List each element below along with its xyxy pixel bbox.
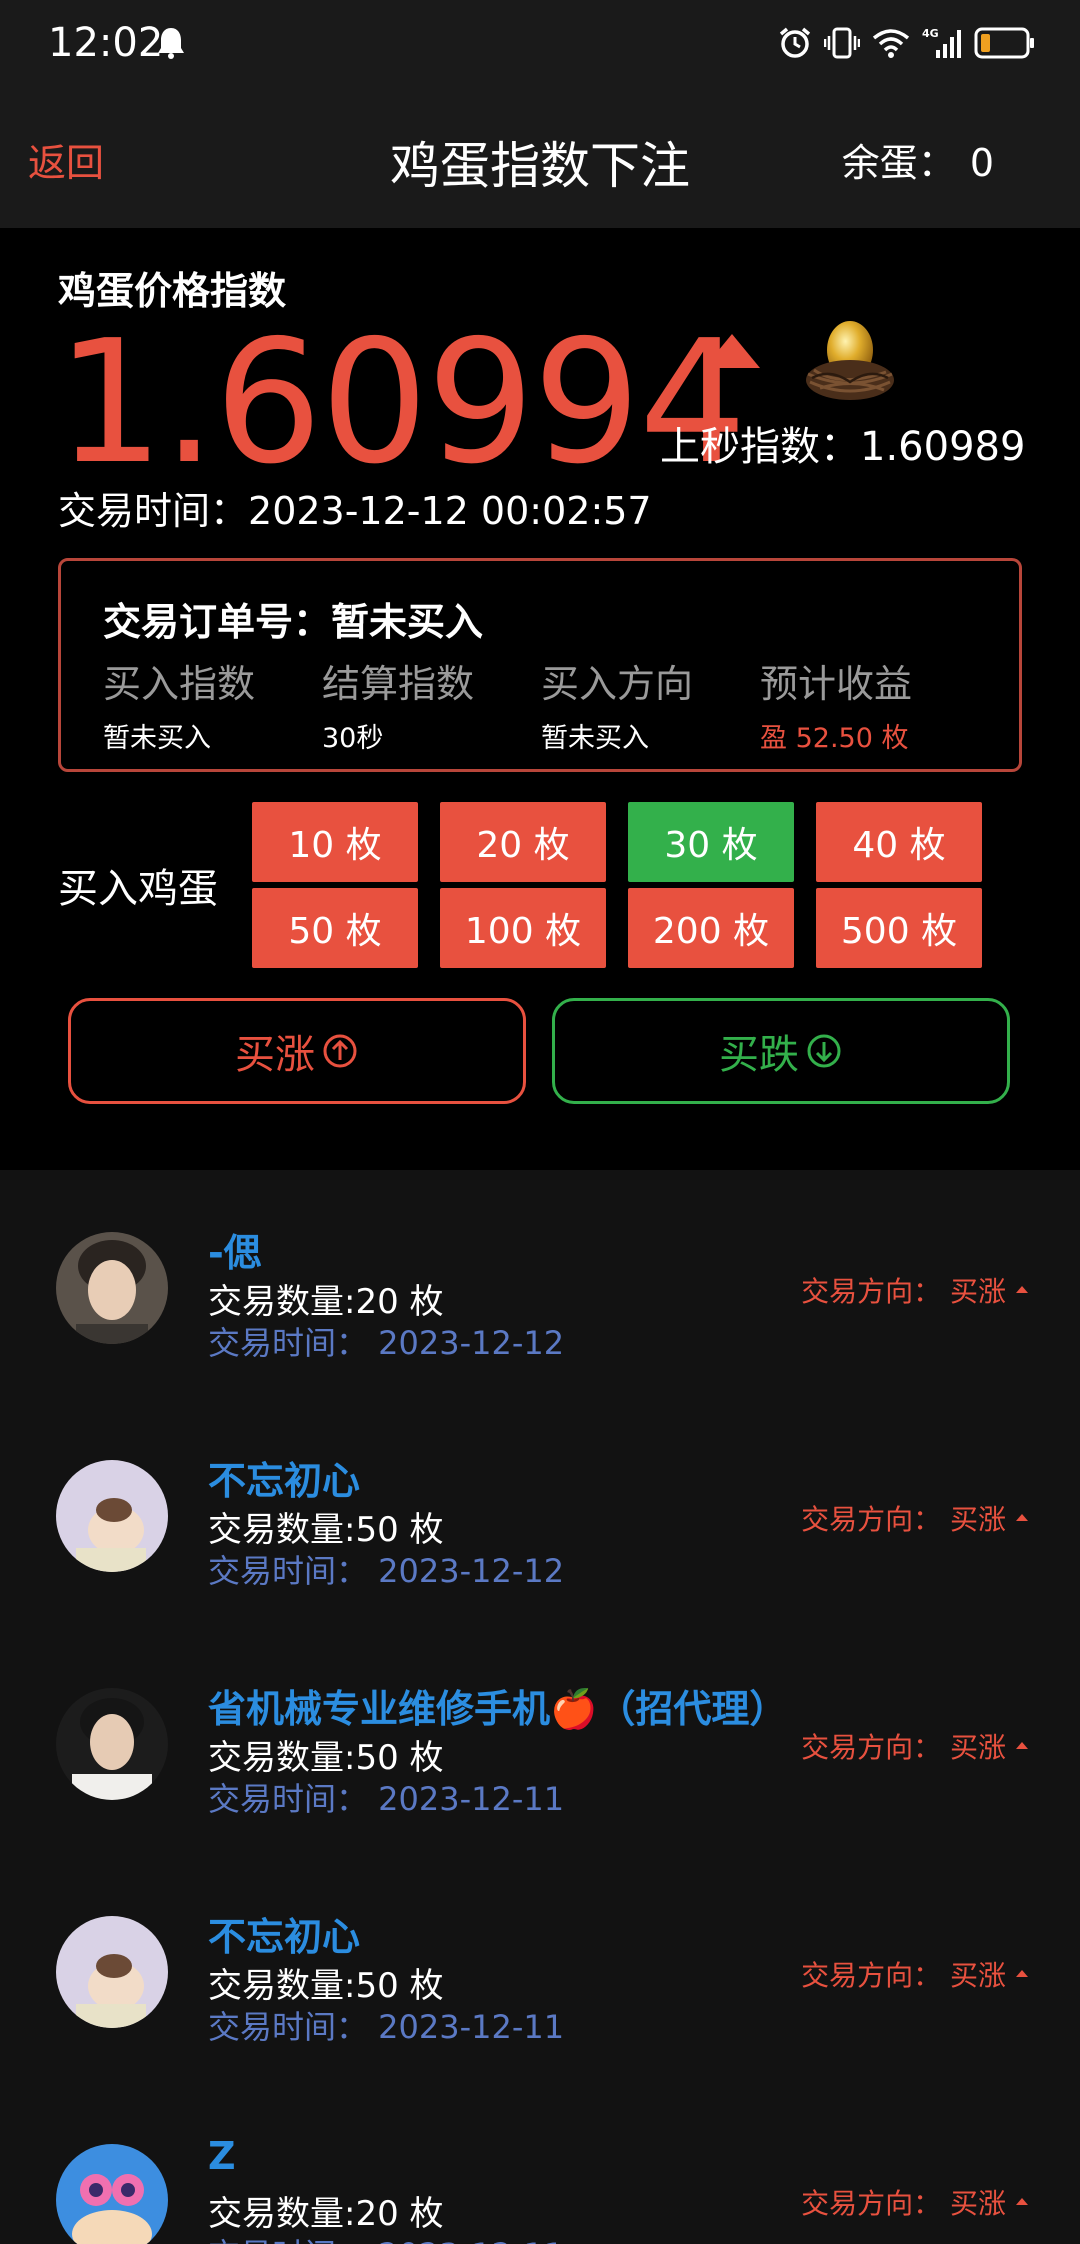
trade-direction: 交易方向： 买涨 bbox=[801, 1270, 1028, 1310]
trade-user-name: 不忘初心 bbox=[208, 1915, 361, 1959]
alarm-icon bbox=[779, 27, 811, 58]
order-number-value: 暂未买入 bbox=[331, 600, 484, 644]
avatar bbox=[56, 1460, 168, 1572]
trade-direction-text: 交易方向： 买涨 bbox=[801, 1731, 1006, 1764]
amount-button-40[interactable]: 40 枚 bbox=[816, 802, 982, 882]
order-card: 交易订单号：暂未买入 买入指数 暂未买入 结算指数 30秒 买入方向 暂未买入 … bbox=[58, 558, 1022, 772]
trade-quantity: 交易数量:20 枚 bbox=[208, 1282, 444, 1322]
trade-quantity: 交易数量:50 枚 bbox=[208, 1966, 444, 2006]
amount-button-30[interactable]: 30 枚 bbox=[628, 802, 794, 882]
trade-list: -偲 交易数量:20 枚 交易时间： 2023-12-12 交易方向： 买涨 不… bbox=[0, 1170, 1080, 2244]
trade-quantity: 交易数量:50 枚 bbox=[208, 1738, 444, 1778]
previous-index-value: 1.60989 bbox=[860, 424, 1026, 470]
trade-row[interactable]: -偲 交易数量:20 枚 交易时间： 2023-12-12 交易方向： 买涨 bbox=[0, 1170, 1080, 1398]
trade-direction-text: 交易方向： 买涨 bbox=[801, 1959, 1006, 1992]
caret-up-icon bbox=[1016, 2197, 1028, 2205]
caret-up-icon bbox=[1016, 1969, 1028, 1977]
status-time: 12:02 bbox=[48, 20, 164, 66]
trade-row[interactable]: 不忘初心 交易数量:50 枚 交易时间： 2023-12-12 交易方向： 买涨 bbox=[0, 1398, 1080, 1626]
order-number-label: 交易订单号： bbox=[103, 600, 332, 644]
previous-index: 上秒指数：1.60989 bbox=[660, 414, 1025, 472]
amount-options: 10 枚 20 枚 30 枚 40 枚 50 枚 100 枚 200 枚 500… bbox=[252, 802, 982, 968]
caret-up-icon bbox=[1016, 1513, 1028, 1521]
trend-up-icon bbox=[704, 334, 760, 368]
trade-direction-text: 交易方向： 买涨 bbox=[801, 1275, 1006, 1308]
signal-4g-icon: 4G bbox=[922, 27, 961, 58]
egg-balance: 余蛋： 0 bbox=[842, 132, 994, 187]
buy-down-label: 买跌 bbox=[719, 1032, 799, 1078]
trade-user-name: 省机械专业维修手机🍎（招代理） bbox=[208, 1687, 788, 1731]
buy-eggs-label: 买入鸡蛋 bbox=[58, 866, 218, 912]
order-details: 买入指数 暂未买入 结算指数 30秒 买入方向 暂未买入 预计收益 盈 52.5… bbox=[103, 653, 979, 755]
order-col-settle-index: 结算指数 30秒 bbox=[322, 653, 541, 755]
trade-time: 交易时间：2023-12-12 00:02:57 bbox=[58, 480, 652, 535]
caret-up-icon bbox=[1016, 1741, 1028, 1749]
arrow-up-circle-icon bbox=[323, 1034, 357, 1068]
order-col-value: 暂未买入 bbox=[541, 723, 649, 754]
status-bar: 12:02 4G bbox=[0, 0, 1080, 90]
amount-button-10[interactable]: 10 枚 bbox=[252, 802, 418, 882]
caret-up-icon bbox=[1016, 1285, 1028, 1293]
order-col-expected-profit: 预计收益 盈 52.50 枚 bbox=[760, 653, 979, 755]
trade-user-name: 不忘初心 bbox=[208, 1459, 361, 1503]
buy-down-button[interactable]: 买跌 bbox=[552, 998, 1010, 1104]
bell-notification-icon bbox=[158, 28, 184, 59]
trade-direction: 交易方向： 买涨 bbox=[801, 1498, 1028, 1538]
battery-low-icon bbox=[974, 27, 1034, 59]
order-col-buy-index: 买入指数 暂未买入 bbox=[103, 653, 322, 755]
amount-button-20[interactable]: 20 枚 bbox=[440, 802, 606, 882]
trade-direction-text: 交易方向： 买涨 bbox=[801, 2187, 1006, 2220]
buy-up-button[interactable]: 买涨 bbox=[68, 998, 526, 1104]
trade-direction: 交易方向： 买涨 bbox=[801, 2182, 1028, 2222]
trade-quantity: 交易数量:50 枚 bbox=[208, 1510, 444, 1550]
trade-row[interactable]: Z 交易数量:20 枚 交易时间： 2023-12-11 交易方向： 买涨 bbox=[0, 2082, 1080, 2244]
avatar bbox=[56, 1232, 168, 1344]
trade-direction: 交易方向： 买涨 bbox=[801, 1954, 1028, 1994]
trade-quantity: 交易数量:20 枚 bbox=[208, 2194, 444, 2234]
golden-egg-nest-icon bbox=[806, 321, 894, 400]
trade-user-name: Z bbox=[208, 2134, 236, 2178]
order-col-header: 买入方向 bbox=[541, 662, 694, 706]
trade-direction-text: 交易方向： 买涨 bbox=[801, 1503, 1006, 1536]
buy-up-label: 买涨 bbox=[235, 1032, 315, 1078]
order-col-header: 预计收益 bbox=[760, 662, 913, 706]
index-panel: 鸡蛋价格指数 1.60994 上秒指数：1.60989 交易时间：2023-12… bbox=[0, 228, 1080, 1170]
order-col-direction: 买入方向 暂未买入 bbox=[541, 653, 760, 755]
trade-row[interactable]: 不忘初心 交易数量:50 枚 交易时间： 2023-12-11 交易方向： 买涨 bbox=[0, 1854, 1080, 2082]
avatar bbox=[56, 1688, 168, 1800]
order-col-header: 买入指数 bbox=[103, 662, 256, 706]
previous-index-label: 上秒指数： bbox=[660, 424, 860, 470]
vibrate-icon bbox=[824, 27, 860, 59]
amount-button-50[interactable]: 50 枚 bbox=[252, 888, 418, 968]
trade-time: 交易时间： 2023-12-11 bbox=[208, 2230, 564, 2244]
balance-value: 0 bbox=[969, 141, 994, 185]
trade-time: 交易时间： 2023-12-12 bbox=[208, 1324, 565, 1362]
app-header: 返回 鸡蛋指数下注 余蛋： 0 bbox=[0, 90, 1080, 228]
order-col-value: 暂未买入 bbox=[103, 723, 211, 754]
balance-label: 余蛋： bbox=[841, 141, 956, 185]
trade-time: 交易时间： 2023-12-11 bbox=[208, 1780, 565, 1818]
order-number: 交易订单号：暂未买入 bbox=[103, 591, 483, 646]
amount-button-200[interactable]: 200 枚 bbox=[628, 888, 794, 968]
trade-time: 交易时间： 2023-12-12 bbox=[208, 1552, 565, 1590]
amount-button-500[interactable]: 500 枚 bbox=[816, 888, 982, 968]
svg-text:4G: 4G bbox=[922, 27, 939, 40]
amount-button-100[interactable]: 100 枚 bbox=[440, 888, 606, 968]
order-col-value: 30秒 bbox=[322, 723, 384, 754]
trade-time-label: 交易时间： bbox=[58, 489, 249, 533]
trade-time-value: 2023-12-12 00:02:57 bbox=[248, 489, 652, 533]
trade-user-name: -偲 bbox=[208, 1231, 262, 1275]
order-col-value: 盈 52.50 枚 bbox=[760, 723, 909, 754]
arrow-down-circle-icon bbox=[807, 1034, 841, 1068]
wifi-icon bbox=[872, 29, 910, 58]
avatar bbox=[56, 1916, 168, 2028]
trade-time: 交易时间： 2023-12-11 bbox=[208, 2008, 565, 2046]
trade-direction: 交易方向： 买涨 bbox=[801, 1726, 1028, 1766]
order-col-header: 结算指数 bbox=[322, 662, 475, 706]
trade-row[interactable]: 省机械专业维修手机🍎（招代理） 交易数量:50 枚 交易时间： 2023-12-… bbox=[0, 1626, 1080, 1854]
index-value: 1.60994 bbox=[56, 304, 747, 502]
status-icons: 4G bbox=[778, 22, 1036, 64]
avatar bbox=[56, 2144, 168, 2244]
